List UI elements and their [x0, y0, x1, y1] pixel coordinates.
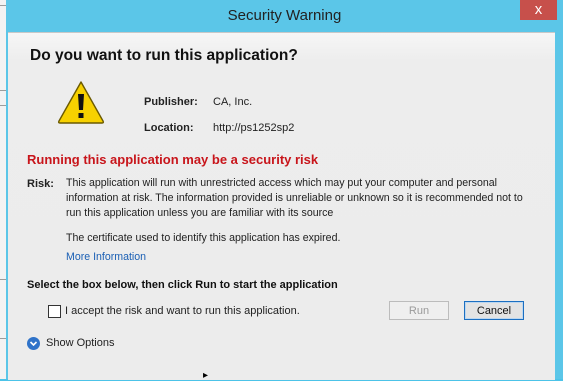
close-button[interactable]: x	[520, 0, 557, 20]
chevron-down-icon	[29, 341, 38, 347]
accept-risk-checkbox[interactable]	[48, 305, 61, 318]
publisher-value: CA, Inc.	[213, 96, 253, 108]
warning-triangle-icon	[57, 81, 105, 124]
location-value: http://ps1252sp2	[213, 122, 295, 134]
security-warning-window: Security Warning x Do you want to run th…	[6, 0, 563, 380]
risk-description: This application will run with unrestric…	[66, 177, 523, 219]
more-information-link[interactable]: More Information	[66, 251, 146, 263]
risk-label: Risk:	[27, 178, 54, 190]
mouse-cursor-icon: ▸	[203, 370, 209, 381]
run-button[interactable]: Run	[389, 301, 449, 320]
dialog-heading: Do you want to run this application?	[30, 47, 298, 64]
location-label: Location:	[144, 122, 194, 134]
select-instruction: Select the box below, then click Run to …	[27, 279, 338, 291]
dialog-panel: Do you want to run this application? Pub…	[8, 32, 555, 380]
window-title: Security Warning	[227, 7, 342, 24]
cancel-button[interactable]: Cancel	[464, 301, 524, 320]
show-options-label[interactable]: Show Options	[46, 337, 114, 349]
risk-warning-title: Running this application may be a securi…	[27, 152, 319, 167]
certificate-notice: The certificate used to identify this ap…	[66, 232, 341, 244]
show-options-toggle[interactable]	[27, 337, 40, 350]
publisher-label: Publisher:	[144, 96, 198, 108]
accept-risk-label[interactable]: I accept the risk and want to run this a…	[65, 305, 300, 317]
close-icon: x	[534, 1, 543, 18]
